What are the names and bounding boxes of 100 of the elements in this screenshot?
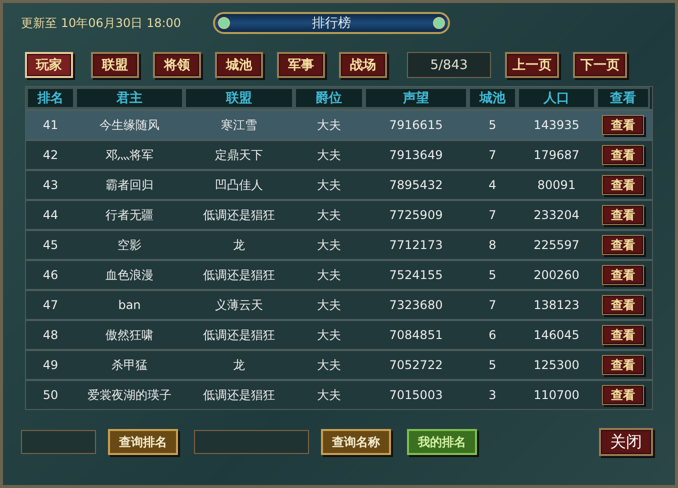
tab[interactable]: 联盟 [91,52,139,78]
table-cell-text: 46 [42,267,60,284]
table-cell-text: 大夫 [316,236,342,254]
table-cell-text: 低调还是猖狂 [202,206,276,224]
page-button[interactable]: 下一页 [573,52,627,78]
tab[interactable]: 战场 [339,52,387,78]
table-cell-text: 143935 [532,117,580,134]
table-cell-text: 7524155 [388,267,444,284]
table-cell-text: 7 [488,297,498,314]
table-cell-text: 低调还是猖狂 [202,326,276,344]
table-cell-text: 定鼎天下 [214,146,264,164]
table-row[interactable]: 42 邓灬将军 定鼎天下 大夫 7913649 7 179687 查看 [26,139,652,169]
view-button[interactable]: 查看 [602,235,644,255]
my-rank-button[interactable]: 我的排名 [407,429,477,455]
table-cell-text: 42 [42,147,60,164]
view-button[interactable]: 查看 [602,355,644,375]
table-cell-text: 3 [488,387,498,404]
tab[interactable]: 城池 [215,52,263,78]
column-header: 君主 [75,87,184,109]
view-button[interactable]: 查看 [602,295,644,315]
table-cell-text: 7725909 [388,207,444,224]
table-cell-text: 低调还是猖狂 [202,386,276,404]
table-cell-text: 125300 [532,357,580,374]
table-row[interactable]: 41 今生缘随风 寒江雪 大夫 7916615 5 143935 查看 [26,109,652,139]
query-button[interactable]: 查询名称 [321,429,391,455]
table-cell-text: 43 [42,177,60,194]
view-button[interactable]: 查看 [602,115,644,135]
table-cell-text: 大夫 [316,146,342,164]
table-row[interactable]: 50 爱裳夜湖的瑛子 低调还是猖狂 大夫 7015003 3 110700 查看 [26,379,652,409]
table-cell-text: 大夫 [316,296,342,314]
table-cell-text: 傲然狂啸 [104,326,154,344]
column-header: 爵位 [294,87,364,109]
table-cell-text: 龙 [232,236,246,254]
query-button[interactable]: 查询排名 [108,429,178,455]
tab[interactable]: 玩家 [25,52,73,78]
table-cell-text: 凹凸佳人 [214,176,264,194]
table-cell-text: 48 [42,327,60,344]
view-button[interactable]: 查看 [602,325,644,345]
table-cell-text: 6 [488,327,498,344]
view-button[interactable]: 查看 [602,205,644,225]
table-cell-text: 7084851 [388,327,444,344]
view-button[interactable]: 查看 [602,175,644,195]
table-cell-text: 200260 [532,267,580,284]
table-cell-text: 7015003 [388,387,444,404]
view-button[interactable]: 查看 [602,145,644,165]
table-row[interactable]: 43 霸者回归 凹凸佳人 大夫 7895432 4 80091 查看 [26,169,652,199]
table-cell-text: 低调还是猖狂 [202,266,276,284]
table-cell-text: 45 [42,237,60,254]
table-cell-text: 邓灬将军 [104,146,154,164]
table-cell-text: 寒江雪 [220,116,258,134]
table-row[interactable]: 47 ban 义薄云天 大夫 7323680 7 138123 查看 [26,289,652,319]
table-cell-text: 大夫 [316,206,342,224]
table-row[interactable]: 48 傲然狂啸 低调还是猖狂 大夫 7084851 6 146045 查看 [26,319,652,349]
column-header: 人口 [517,87,596,109]
table-cell-text: 7895432 [388,177,444,194]
table-row[interactable]: 49 杀甲猛 龙 大夫 7052722 5 125300 查看 [26,349,652,379]
table-cell-text: 今生缘随风 [98,116,160,134]
table-cell-text: 7916615 [388,117,444,134]
table-cell-text: 爱裳夜湖的瑛子 [86,386,172,404]
table-cell-text: 4 [488,177,498,194]
table-row[interactable]: 44 行者无疆 低调还是猖狂 大夫 7725909 7 233204 查看 [26,199,652,229]
table-cell-text: 大夫 [316,326,342,344]
view-button[interactable]: 查看 [602,385,644,405]
table-cell-text: 225597 [532,237,580,254]
tab[interactable]: 将领 [153,52,201,78]
table-cell-text: ban [117,297,142,314]
page-button[interactable]: 上一页 [505,52,559,78]
update-time: 更新至 10年06月30日 18:00 [21,14,182,32]
table-cell-text: 大夫 [316,266,342,284]
page-counter: 5/843 [407,52,491,78]
table-cell-text: 霸者回归 [104,176,154,194]
table-cell-text: 5 [488,117,498,134]
table-cell-text: 50 [42,387,60,404]
table-row[interactable]: 45 空影 龙 大夫 7712173 8 225597 查看 [26,229,652,259]
view-button[interactable]: 查看 [602,265,644,285]
close-button[interactable]: 关闭 [599,428,653,456]
tab[interactable]: 军事 [277,52,325,78]
table-cell-text: 大夫 [316,356,342,374]
table-cell-text: 110700 [532,387,580,404]
table-cell-text: 138123 [532,297,580,314]
table-cell-text: 大夫 [316,116,342,134]
table-cell-text: 7913649 [388,147,444,164]
table-cell-text: 80091 [536,177,577,194]
table-cell-text: 7052722 [388,357,444,374]
table-row[interactable]: 46 血色浪漫 低调还是猖狂 大夫 7524155 5 200260 查看 [26,259,652,289]
table-cell-text: 7 [488,147,498,164]
table-cell-text: 8 [488,237,498,254]
input-field[interactable] [21,430,96,454]
table-cell-text: 杀甲猛 [110,356,148,374]
table-cell-text: 44 [42,207,60,224]
table-cell-text: 233204 [532,207,580,224]
table-cell-text: 5 [488,357,498,374]
title-banner: 排行榜 [213,12,450,34]
input-field[interactable] [194,430,309,454]
column-header: 查看 [596,87,650,109]
table-cell-text: 义薄云天 [214,296,264,314]
table-cell-text: 5 [488,267,498,284]
table-cell-text: 47 [42,297,60,314]
table-cell-text: 龙 [232,356,246,374]
table-cell-text: 7323680 [388,297,444,314]
